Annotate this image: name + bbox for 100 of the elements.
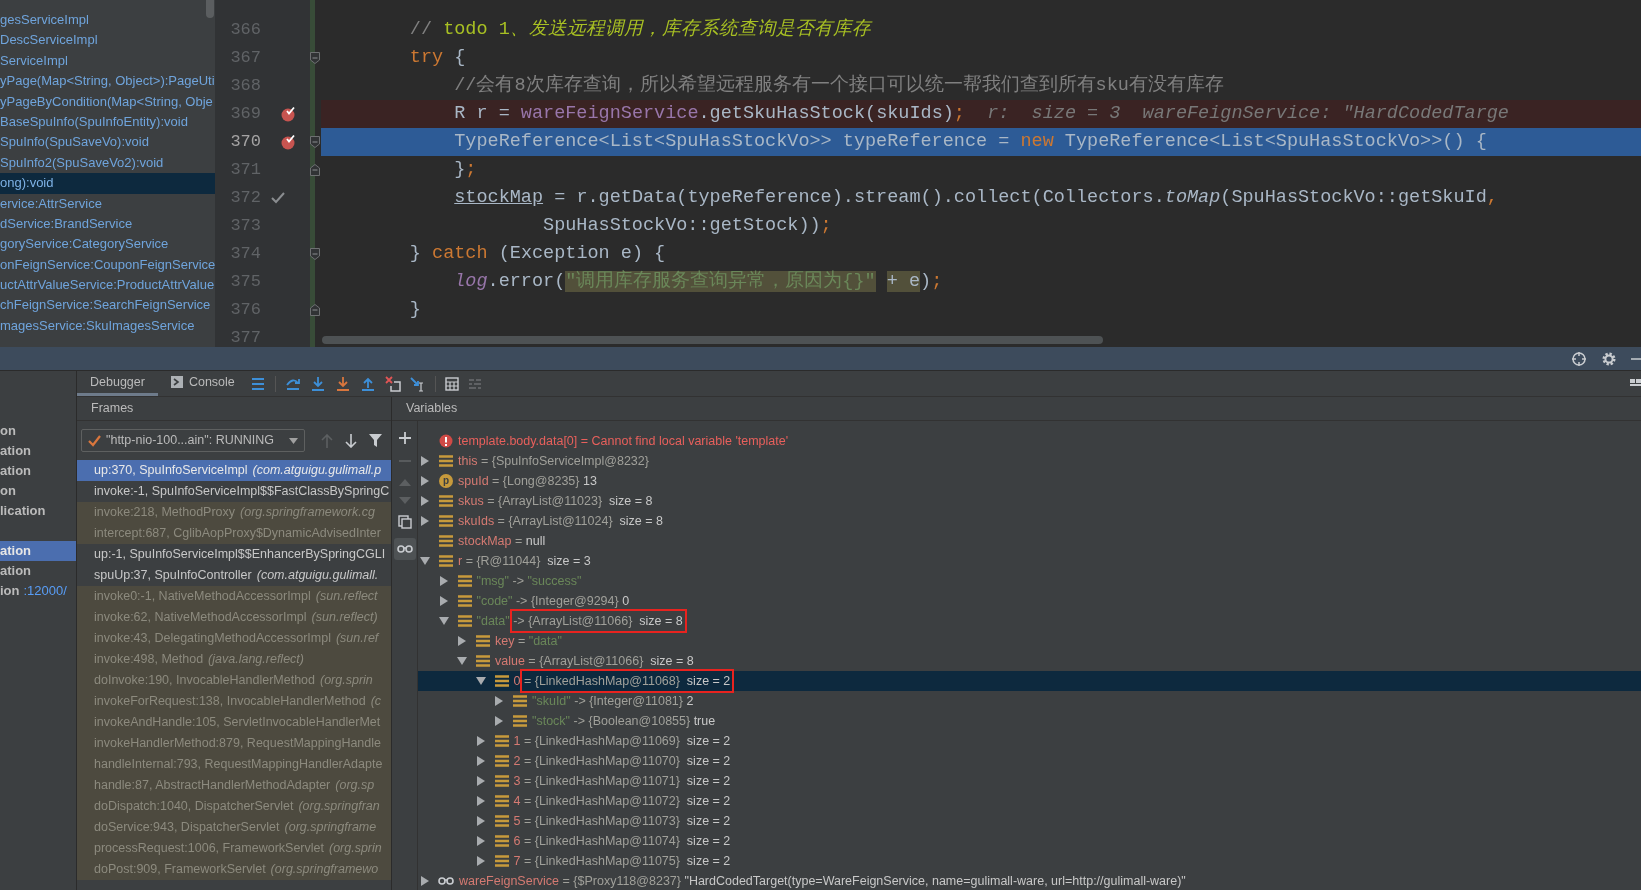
structure-item[interactable]: uctAttrValueService:ProductAttrValue	[0, 275, 215, 296]
tree-arrow-icon[interactable]	[473, 675, 488, 687]
stack-frame[interactable]: invoke:43, DelegatingMethodAccessorImpl (sun.ref	[77, 628, 391, 649]
variable-label: 7 = {LinkedHashMap@11075} size = 2	[513, 852, 731, 870]
tree-row[interactable]: p spuId = {Long@8235} 13	[418, 471, 1641, 491]
stack-frame[interactable]: invoke:62, NativeMethodAccessorImpl (sun.reflect)	[77, 607, 391, 628]
fold-marker-icon[interactable]	[310, 52, 320, 64]
tree-arrow-icon[interactable]	[436, 615, 451, 627]
list-icon[interactable]	[249, 375, 266, 392]
tree-row[interactable]: r = {R@11044} size = 3	[418, 551, 1641, 571]
scrollbar-thumb[interactable]	[322, 336, 1103, 344]
structure-item[interactable]: DescServiceImpl	[0, 30, 215, 51]
run-to-cursor-icon[interactable]	[409, 375, 426, 392]
fold-marker-icon[interactable]	[310, 136, 320, 148]
structure-item[interactable]: gesServiceImpl	[0, 10, 215, 31]
tree-row[interactable]: skuIds = {ArrayList@11024} size = 8	[418, 511, 1641, 531]
tree-row[interactable]: wareFeignService = {$Proxy118@8237} "HardCodedTarget(type=WareFeignService, name=gulimall-ware, url=http://gulimall-ware)"	[418, 871, 1641, 890]
tab[interactable]: Console	[157, 371, 248, 396]
tree-arrow-icon[interactable]	[455, 655, 469, 667]
structure-item[interactable]: goryService:CategoryService	[0, 234, 215, 255]
service-item[interactable]: lication	[0, 501, 76, 521]
tree-row[interactable]: "data" -> {ArrayList@11066} size = 8	[418, 611, 1641, 631]
tree-row[interactable]: 6 = {LinkedHashMap@11074} size = 2	[418, 831, 1641, 851]
stack-frame[interactable]: doService:943, DispatcherServlet (org.springframe	[77, 817, 391, 838]
tree-row[interactable]: 2 = {LinkedHashMap@11070} size = 2	[418, 751, 1641, 771]
port-link[interactable]: :12000/	[23, 581, 67, 601]
stack-frame[interactable]: invoke:218, MethodProxy (org.springframework.cg	[77, 502, 391, 523]
tree-row[interactable]: skus = {ArrayList@11023} size = 8	[418, 491, 1641, 511]
service-item[interactable]: ation	[0, 441, 76, 461]
variable-label: 0 = {LinkedHashMap@11068} size = 2	[513, 671, 731, 691]
stack-frame[interactable]: doPost:909, FrameworkServlet (org.springframewo	[77, 859, 391, 880]
tree-row[interactable]: 1 = {LinkedHashMap@11069} size = 2	[418, 731, 1641, 751]
stack-frame[interactable]: handle:87, AbstractHandlerMethodAdapter (org.sp	[77, 775, 391, 796]
stack-frame[interactable]: invokeForRequest:138, InvocableHandlerMethod (c	[77, 691, 391, 712]
structure-item[interactable]: SpuInfo2(SpuSaveVo2):void	[0, 152, 215, 174]
structure-item[interactable]: dService:BrandService	[0, 213, 215, 235]
structure-item[interactable]: yPageByCondition(Map<String, Obje	[0, 91, 215, 112]
copy-icon[interactable]	[397, 515, 412, 529]
service-name: ion	[0, 582, 20, 601]
service-item[interactable]: ion :12000/	[0, 581, 76, 601]
tree-row[interactable]: value = {ArrayList@11066} size = 8	[418, 651, 1641, 671]
tree-row[interactable]: this = {SpuInfoServiceImpl@8232}	[418, 451, 1641, 471]
stack-frame[interactable]: invokeHandlerMethod:879, RequestMappingHandle	[77, 733, 391, 754]
scrollbar-thumb[interactable]	[206, 0, 214, 18]
tree-row[interactable]: 0 = {LinkedHashMap@11068} size = 2	[418, 671, 1641, 691]
tree-row[interactable]: 5 = {LinkedHashMap@11073} size = 2	[418, 811, 1641, 831]
service-item[interactable]: on	[0, 421, 76, 441]
structure-item[interactable]: magesService:SkuImagesService	[0, 315, 215, 337]
service-item[interactable]: ation	[0, 461, 76, 481]
fold-marker-icon[interactable]	[310, 304, 320, 316]
step-into-icon[interactable]	[309, 375, 326, 392]
tree-row[interactable]: 3 = {LinkedHashMap@11071} size = 2	[418, 771, 1641, 791]
thread-dropdown[interactable]: "http-nio-100...ain": RUNNING	[81, 429, 305, 452]
structure-item[interactable]: ervice:AttrService	[0, 193, 215, 214]
stack-frame[interactable]: doInvoke:190, InvocableHandlerMethod (org.sprin	[77, 670, 391, 691]
stack-frame[interactable]: invoke:498, Method (java.lang.reflect)	[77, 649, 391, 670]
tab[interactable]: Debugger	[77, 371, 158, 396]
tree-row[interactable]: 4 = {LinkedHashMap@11072} size = 2	[418, 791, 1641, 811]
stack-frame[interactable]: up:370, SpuInfoServiceImpl (com.atguigu.gulimall.p	[77, 460, 391, 481]
structure-item[interactable]: ServiceImpl	[0, 50, 215, 72]
breakpoint-icon[interactable]	[280, 134, 296, 150]
drop-frame-icon[interactable]	[384, 375, 401, 392]
structure-item[interactable]: SpuInfo(SpuSaveVo):void	[0, 132, 215, 153]
tree-row[interactable]: stockMap = null	[418, 531, 1641, 551]
tree-row[interactable]: key = "data"	[418, 631, 1641, 651]
service-item[interactable]: ation	[0, 561, 76, 581]
settings-icon[interactable]	[1601, 350, 1617, 367]
fold-marker-icon[interactable]	[310, 164, 320, 176]
tree-row[interactable]: "msg" -> "success"	[418, 571, 1641, 591]
stack-frame[interactable]: handleInternal:793, RequestMappingHandlerAdapte	[77, 754, 391, 775]
force-step-into-icon[interactable]	[334, 375, 351, 392]
structure-item[interactable]: BaseSpuInfo(SpuInfoEntity):void	[0, 111, 215, 133]
tree-arrow-icon[interactable]	[418, 555, 432, 567]
filter-icon[interactable]	[369, 434, 382, 447]
stack-frame[interactable]: invoke0:-1, NativeMethodAccessorImpl (sun.reflect	[77, 586, 391, 607]
structure-item[interactable]: onFeignService:CouponFeignService	[0, 254, 215, 276]
tree-row[interactable]: "stock" -> {Boolean@10855} true	[418, 711, 1641, 731]
target-icon[interactable]	[1571, 350, 1587, 367]
stack-frame[interactable]: invokeAndHandle:105, ServletInvocableHandlerMet	[77, 712, 391, 733]
structure-item[interactable]: ong):void	[0, 173, 215, 194]
tree-row[interactable]: "code" -> {Integer@9294} 0	[418, 591, 1641, 611]
tree-row[interactable]: 7 = {LinkedHashMap@11075} size = 2	[418, 851, 1641, 871]
service-name: ation	[0, 542, 32, 561]
fold-marker-icon[interactable]	[310, 248, 320, 260]
structure-item[interactable]: yPage(Map<String, Object>):PageUti	[0, 71, 215, 92]
stack-frame[interactable]: doDispatch:1040, DispatcherServlet (org.springfran	[77, 796, 391, 817]
variable-label: this = {SpuInfoServiceImpl@8232}	[458, 452, 649, 470]
tree-row[interactable]: template.body.data[0] = Cannot find local variable 'template'	[418, 431, 1641, 451]
glasses-button[interactable]	[393, 538, 416, 560]
step-out-icon[interactable]	[359, 375, 376, 392]
breakpoint-icon[interactable]	[280, 106, 296, 122]
calculator-icon[interactable]	[444, 376, 459, 391]
stack-frame[interactable]: intercept:687, CglibAopProxy$DynamicAdvisedInter	[77, 523, 391, 544]
tree-row[interactable]: "skuId" -> {Integer@11081} 2	[418, 691, 1641, 711]
service-item[interactable]: ation	[0, 541, 76, 561]
arrow-down-icon[interactable]	[345, 433, 357, 448]
structure-item[interactable]: chFeignService:SearchFeignService	[0, 295, 215, 316]
service-item[interactable]: on	[0, 481, 76, 501]
stack-frame[interactable]: processRequest:1006, FrameworkServlet (org.sprin	[77, 838, 391, 859]
add-icon[interactable]	[397, 431, 412, 445]
